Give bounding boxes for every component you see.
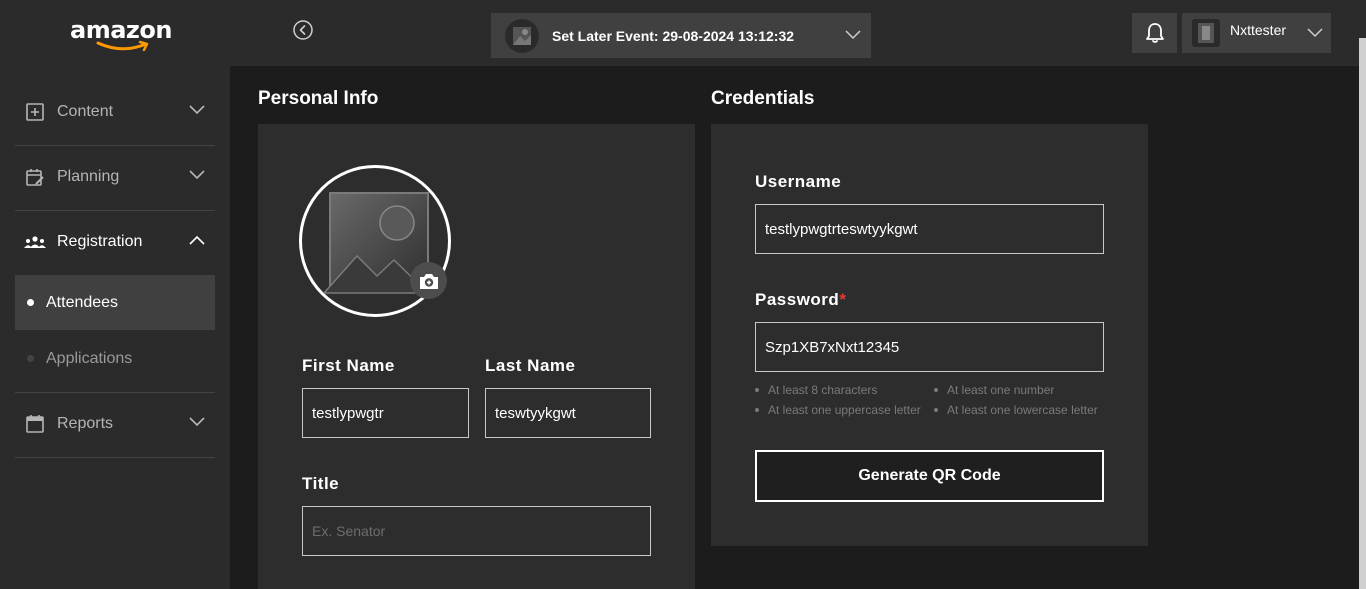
- user-menu[interactable]: Nxttester: [1182, 13, 1331, 53]
- password-hint: At least one lowercase letter: [934, 403, 1098, 417]
- chevron-down-icon: [189, 417, 205, 427]
- sidebar-subitem-applications[interactable]: Applications: [15, 331, 215, 386]
- sidebar-item-label: Reports: [57, 415, 114, 432]
- amazon-logo[interactable]: amazon: [70, 18, 174, 60]
- sidebar-item-registration[interactable]: Registration: [15, 210, 215, 274]
- first-name-label: First Name: [302, 356, 395, 375]
- bullet-icon: [27, 355, 34, 362]
- sidebar-subitem-attendees[interactable]: Attendees: [15, 275, 215, 330]
- title-label: Title: [302, 474, 340, 493]
- credentials-title: Credentials: [711, 88, 815, 109]
- chevron-down-icon: [189, 105, 205, 115]
- notifications-button[interactable]: [1132, 13, 1177, 53]
- sidebar-subitem-label: Attendees: [46, 293, 119, 311]
- calendar-icon: [24, 413, 46, 435]
- divider: [15, 457, 215, 458]
- sidebar-item-label: Content: [57, 103, 114, 120]
- bullet-icon: [27, 299, 34, 306]
- avatar: [1192, 19, 1220, 47]
- collapse-sidebar-button[interactable]: [292, 19, 314, 41]
- username-input[interactable]: [755, 204, 1104, 254]
- user-image-icon: [1198, 23, 1214, 43]
- logo-text: amazon: [70, 16, 172, 44]
- last-name-input[interactable]: [485, 388, 651, 438]
- username-label: Username: [755, 172, 842, 191]
- password-hint: At least one uppercase letter: [755, 403, 921, 417]
- top-bar: amazon Set Later Event: 29-08-2024 13:12…: [0, 0, 1366, 66]
- camera-plus-icon: [419, 273, 438, 289]
- event-image-placeholder-icon: [505, 18, 539, 53]
- people-group-icon: [24, 231, 46, 253]
- password-hint: At least one number: [934, 383, 1054, 397]
- logo-smile-icon: [96, 40, 149, 52]
- sidebar-item-planning[interactable]: Planning: [15, 145, 215, 209]
- sidebar-subitem-label: Applications: [46, 349, 133, 367]
- last-name-label: Last Name: [485, 356, 576, 375]
- personal-info-title: Personal Info: [258, 88, 379, 109]
- title-input[interactable]: [302, 506, 651, 556]
- generate-qr-code-button[interactable]: Generate QR Code: [755, 450, 1104, 502]
- calendar-edit-icon: [24, 166, 46, 188]
- page-scrollbar[interactable]: [1359, 38, 1366, 589]
- password-hint: At least 8 characters: [755, 383, 877, 397]
- sidebar-item-label: Registration: [57, 233, 143, 250]
- event-selector[interactable]: Set Later Event: 29-08-2024 13:12:32: [491, 13, 871, 58]
- bell-icon: [1145, 23, 1164, 43]
- chevron-down-icon: [845, 30, 861, 40]
- password-input[interactable]: [755, 322, 1104, 372]
- chevron-left-circle-icon: [293, 20, 313, 40]
- chevron-down-icon: [1307, 28, 1323, 38]
- sidebar-item-label: Planning: [57, 168, 120, 185]
- password-label-text: Password: [755, 290, 840, 309]
- password-label: Password*: [755, 290, 846, 310]
- required-marker: *: [839, 290, 847, 309]
- upload-photo-button[interactable]: [410, 262, 447, 299]
- user-name: Nxttester: [1230, 22, 1287, 38]
- chevron-down-icon: [189, 170, 205, 180]
- event-label: Set Later Event: 29-08-2024 13:12:32: [552, 27, 795, 44]
- sidebar-item-reports[interactable]: Reports: [15, 392, 215, 456]
- chevron-up-icon: [189, 235, 205, 245]
- first-name-input[interactable]: [302, 388, 469, 438]
- plus-square-icon: [24, 101, 46, 123]
- sidebar-item-content[interactable]: Content: [15, 80, 215, 144]
